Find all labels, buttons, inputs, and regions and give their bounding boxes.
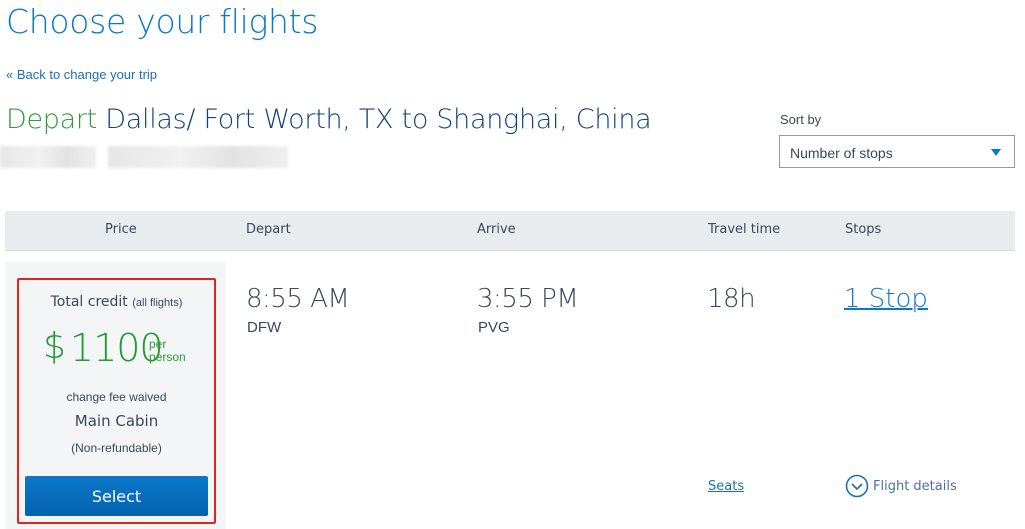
column-header-stops: Stops (845, 222, 882, 237)
page-title: Choose your flights (6, 2, 319, 41)
travel-time: 18h (707, 284, 756, 314)
all-flights-note: (all flights) (132, 297, 183, 309)
chevron-down-circle-icon (845, 474, 869, 498)
person-text: person (149, 350, 186, 364)
sort-by-label: Sort by (780, 112, 822, 127)
stops-link[interactable]: 1 Stop (844, 284, 928, 314)
column-header-price: Price (105, 222, 137, 237)
redacted-date (0, 146, 96, 168)
dropdown-caret-icon (991, 149, 1001, 156)
fare-box: Total credit (all flights) $1100 per per… (17, 278, 216, 524)
redacted-info (108, 146, 288, 168)
flight-details-toggle[interactable]: Flight details (845, 474, 957, 498)
refund-policy: (Non-refundable) (71, 441, 162, 455)
sort-by-select[interactable]: Number of stops (779, 135, 1015, 168)
route-heading: Depart Dallas/ Fort Worth, TX to Shangha… (6, 104, 652, 135)
results-table-header: Price Depart Arrive Travel time Stops (5, 211, 1015, 251)
sort-selected-value: Number of stops (790, 145, 893, 161)
column-header-travel-time: Travel time (708, 222, 781, 237)
currency-symbol: $ (43, 326, 66, 367)
select-fare-button[interactable]: Select (25, 476, 208, 516)
column-header-arrive: Arrive (477, 222, 516, 237)
flight-details-label: Flight details (873, 478, 957, 494)
route-description: Dallas/ Fort Worth, TX to Shanghai, Chin… (105, 104, 652, 135)
change-fee-note: change fee waived (66, 390, 167, 404)
total-credit-text: Total credit (50, 294, 128, 310)
depart-airport: DFW (247, 319, 282, 336)
depart-label: Depart (6, 104, 97, 135)
depart-time: 8:55 AM (246, 284, 350, 314)
arrive-airport: PVG (478, 319, 510, 336)
total-credit-label: Total credit (all flights) (19, 294, 214, 310)
seats-link[interactable]: Seats (708, 479, 744, 494)
back-to-change-trip-link[interactable]: « Back to change your trip (6, 67, 157, 82)
cabin-class: Main Cabin (74, 412, 159, 430)
per-person-label: per person (149, 338, 186, 364)
column-header-depart: Depart (246, 222, 291, 237)
fare-price: $1100 (43, 326, 164, 370)
arrive-time: 3:55 PM (477, 284, 579, 314)
